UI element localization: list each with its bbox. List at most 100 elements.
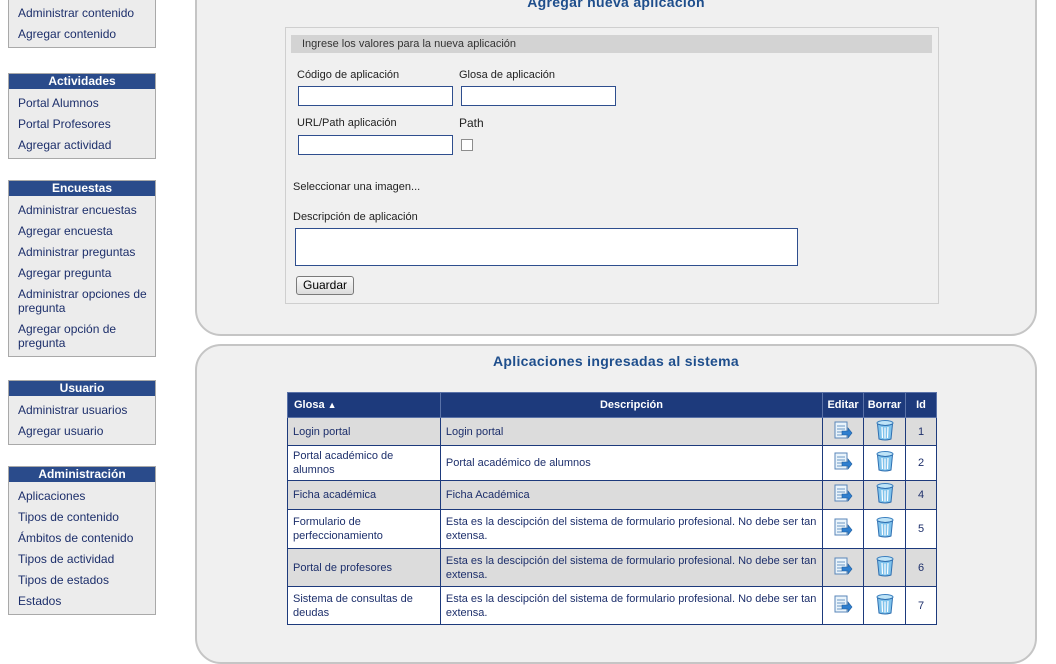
sidebar-item-agregar-opcion[interactable]: Agregar opción de pregunta bbox=[9, 318, 155, 353]
cell-glosa: Login portal bbox=[287, 417, 441, 446]
applications-list-panel: Aplicaciones ingresadas al sistema Glosa… bbox=[195, 344, 1037, 664]
sidebar-heading-actividades: Actividades bbox=[9, 74, 155, 89]
cell-id: 6 bbox=[905, 548, 937, 587]
glosa-input[interactable] bbox=[461, 86, 616, 106]
table-row: Login portal Login portal 1 bbox=[287, 417, 937, 446]
table-row: Portal académico de alumnos Portal académ… bbox=[287, 445, 937, 481]
edit-button[interactable] bbox=[822, 509, 865, 549]
delete-button[interactable] bbox=[863, 417, 906, 446]
save-button[interactable]: Guardar bbox=[296, 276, 355, 295]
edit-icon bbox=[833, 595, 853, 617]
sidebar-box-usuario: Usuario Administrar usuarios Agregar usu… bbox=[8, 380, 156, 445]
edit-button[interactable] bbox=[822, 417, 865, 446]
edit-button[interactable] bbox=[822, 480, 865, 510]
sidebar-item-administrar-usuarios[interactable]: Administrar usuarios bbox=[9, 399, 155, 420]
column-header-editar: Editar bbox=[822, 392, 865, 418]
trash-icon bbox=[875, 593, 895, 618]
description-label: Descripción de aplicación bbox=[293, 211, 418, 223]
form-header: Ingrese los valores para la nueva aplica… bbox=[291, 35, 932, 53]
edit-button[interactable] bbox=[822, 548, 865, 587]
sidebar-heading-encuestas: Encuestas bbox=[9, 181, 155, 196]
trash-icon bbox=[875, 419, 895, 444]
sidebar-item-tipos-actividad[interactable]: Tipos de actividad bbox=[9, 548, 155, 569]
edit-button[interactable] bbox=[822, 586, 865, 625]
applications-table: Glosa ▲ Descripción Editar Borrar Id Log… bbox=[287, 392, 937, 625]
trash-icon bbox=[875, 555, 895, 580]
sidebar-item-aplicaciones[interactable]: Aplicaciones bbox=[9, 485, 155, 506]
code-label: Código de aplicación bbox=[297, 69, 400, 81]
sidebar-box-contenido: Administrar contenido Agregar contenido bbox=[8, 0, 156, 48]
sidebar-item-agregar-actividad[interactable]: Agregar actividad bbox=[9, 134, 155, 155]
cell-id: 4 bbox=[905, 480, 937, 510]
edit-icon bbox=[833, 452, 853, 474]
delete-button[interactable] bbox=[863, 548, 906, 587]
sidebar-item-portal-alumnos[interactable]: Portal Alumnos bbox=[9, 92, 155, 113]
edit-icon bbox=[833, 518, 853, 540]
sidebar-heading-usuario: Usuario bbox=[9, 381, 155, 396]
trash-icon bbox=[875, 483, 895, 507]
sidebar-box-administracion: Administración Aplicaciones Tipos de con… bbox=[8, 466, 156, 615]
cell-glosa: Portal académico de alumnos bbox=[287, 445, 441, 481]
table-row: Formulario de perfeccionamiento Esta es l… bbox=[287, 509, 937, 549]
column-header-glosa[interactable]: Glosa ▲ bbox=[287, 392, 441, 418]
glosa-label: Glosa de aplicación bbox=[459, 69, 556, 81]
add-application-form: Ingrese los valores para la nueva aplica… bbox=[285, 27, 939, 304]
sidebar-item-agregar-usuario[interactable]: Agregar usuario bbox=[9, 420, 155, 441]
delete-button[interactable] bbox=[863, 445, 906, 481]
delete-button[interactable] bbox=[863, 509, 906, 549]
delete-button[interactable] bbox=[863, 586, 906, 625]
url-label: URL/Path aplicación bbox=[297, 117, 397, 129]
sidebar-item-administrar-preguntas[interactable]: Administrar preguntas bbox=[9, 241, 155, 262]
sidebar-item-administrar-opciones[interactable]: Administrar opciones de pregunta bbox=[9, 283, 155, 318]
cell-id: 2 bbox=[905, 445, 937, 481]
cell-descripcion: Esta es la descipción del sistema de for… bbox=[439, 509, 824, 549]
cell-id: 1 bbox=[905, 417, 937, 446]
cell-descripcion: Esta es la descipción del sistema de for… bbox=[439, 548, 824, 587]
edit-icon bbox=[833, 557, 853, 579]
column-header-descripcion: Descripción bbox=[439, 392, 824, 418]
path-checkbox[interactable] bbox=[461, 139, 473, 151]
table-header-row: Glosa ▲ Descripción Editar Borrar Id bbox=[287, 392, 937, 418]
sidebar-item-administrar-contenido[interactable]: Administrar contenido bbox=[9, 2, 155, 23]
add-application-title: Agregar nueva aplicación bbox=[527, 0, 705, 10]
cell-id: 7 bbox=[905, 586, 937, 625]
sidebar-box-actividades: Actividades Portal Alumnos Portal Profes… bbox=[8, 73, 156, 159]
cell-descripcion: Ficha Académica bbox=[439, 480, 824, 510]
description-textarea[interactable] bbox=[295, 228, 798, 266]
cell-descripcion: Esta es la descipción del sistema de for… bbox=[439, 586, 824, 625]
sidebar-item-tipos-estados[interactable]: Tipos de estados bbox=[9, 569, 155, 590]
sidebar-item-portal-profesores[interactable]: Portal Profesores bbox=[9, 113, 155, 134]
cell-descripcion: Portal académico de alumnos bbox=[439, 445, 824, 481]
cell-glosa: Formulario de perfeccionamiento bbox=[287, 509, 441, 549]
sidebar-item-agregar-contenido[interactable]: Agregar contenido bbox=[9, 23, 155, 44]
cell-glosa: Ficha académica bbox=[287, 480, 441, 510]
sidebar-box-encuestas: Encuestas Administrar encuestas Agregar … bbox=[8, 180, 156, 357]
cell-glosa: Portal de profesores bbox=[287, 548, 441, 587]
applications-list-title: Aplicaciones ingresadas al sistema bbox=[493, 353, 739, 369]
edit-button[interactable] bbox=[822, 445, 865, 481]
sidebar-item-administrar-encuestas[interactable]: Administrar encuestas bbox=[9, 199, 155, 220]
sidebar: Administrar contenido Agregar contenido … bbox=[0, 0, 170, 630]
trash-icon bbox=[875, 517, 895, 541]
column-header-glosa-label: Glosa bbox=[294, 399, 325, 411]
cell-id: 5 bbox=[905, 509, 937, 549]
sidebar-item-tipos-contenido[interactable]: Tipos de contenido bbox=[9, 506, 155, 527]
cell-glosa: Sistema de consultas de deudas bbox=[287, 586, 441, 625]
table-row: Sistema de consultas de deudas Esta es la… bbox=[287, 586, 937, 625]
add-application-panel: Agregar nueva aplicación Ingrese los val… bbox=[195, 0, 1037, 336]
sort-ascending-icon: ▲ bbox=[327, 400, 337, 410]
sidebar-item-ambitos-contenido[interactable]: Ámbitos de contenido bbox=[9, 527, 155, 548]
path-label: Path bbox=[459, 116, 484, 130]
select-image-link[interactable]: Seleccionar una imagen... bbox=[293, 181, 420, 193]
url-input[interactable] bbox=[298, 135, 453, 155]
table-row: Portal de profesores Esta es la descipció… bbox=[287, 548, 937, 587]
code-input[interactable] bbox=[298, 86, 453, 106]
sidebar-item-estados[interactable]: Estados bbox=[9, 590, 155, 611]
sidebar-item-agregar-pregunta[interactable]: Agregar pregunta bbox=[9, 262, 155, 283]
column-header-id: Id bbox=[905, 392, 937, 418]
cell-descripcion: Login portal bbox=[439, 417, 824, 446]
sidebar-item-agregar-encuesta[interactable]: Agregar encuesta bbox=[9, 220, 155, 241]
edit-icon bbox=[833, 484, 853, 506]
delete-button[interactable] bbox=[863, 480, 906, 510]
trash-icon bbox=[875, 451, 895, 475]
